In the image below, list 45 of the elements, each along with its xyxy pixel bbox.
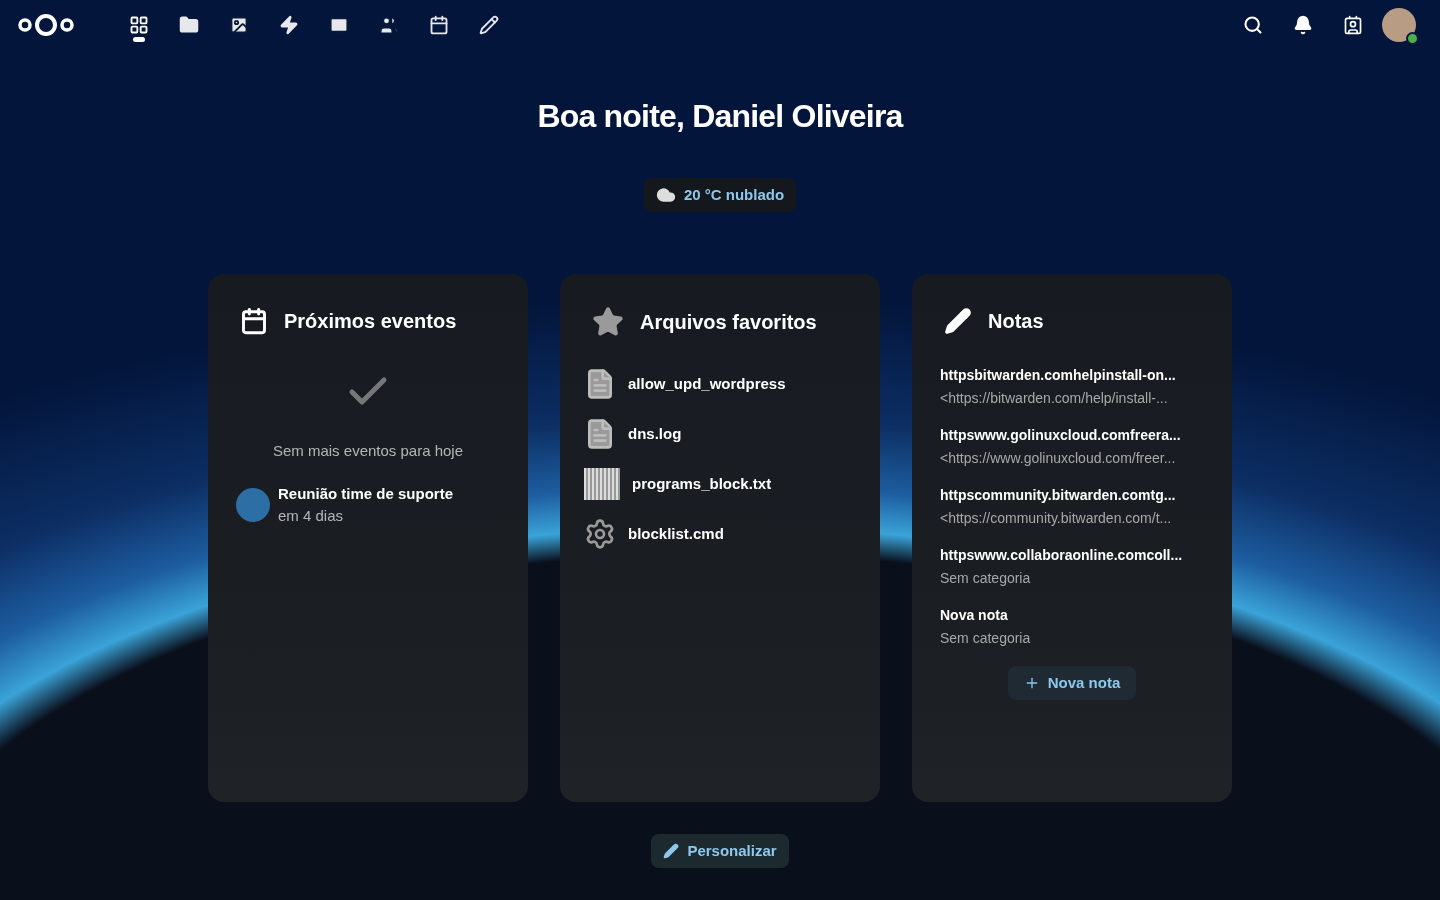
empty-message: Sem mais eventos para hoje	[271, 441, 465, 461]
widget-title: Notas	[988, 309, 1044, 334]
cloud-icon	[655, 185, 676, 205]
customize-button[interactable]: Personalizar	[651, 834, 789, 868]
active-indicator	[133, 37, 145, 42]
star-icon	[592, 306, 624, 338]
avatar[interactable]	[1382, 8, 1416, 42]
online-status-icon	[1406, 32, 1419, 45]
file-item[interactable]: allow_upd_wordpress	[584, 366, 856, 402]
new-note-button[interactable]: Nova nota	[1007, 666, 1137, 700]
bell-icon[interactable]	[1293, 15, 1313, 35]
folder-icon	[179, 15, 199, 35]
calendar-icon	[429, 15, 449, 35]
event-item[interactable]: Reunião time de suporte em 4 dias	[232, 482, 504, 528]
pencil-icon	[479, 15, 499, 35]
note-item[interactable]: httpscommunity.bitwarden.comtg... <https://community.bitwarden.com/t...	[940, 484, 1208, 530]
note-item[interactable]: httpsbitwarden.comhelpinstall-on... <https://bitwarden.com/help/install-...	[940, 364, 1208, 410]
widget-title: Próximos eventos	[284, 309, 457, 334]
pencil-icon	[944, 307, 972, 335]
lightning-icon	[279, 15, 299, 35]
note-subtitle: <https://www.golinuxcloud.com/freer...	[940, 449, 1177, 468]
greeting-heading: Boa noite, Daniel Oliveira	[537, 97, 903, 136]
note-subtitle: Sem categoria	[940, 629, 1032, 648]
weather-status[interactable]: 20 °C nublado	[643, 178, 797, 212]
image-icon	[229, 15, 249, 35]
contact-card-icon[interactable]	[1343, 15, 1363, 35]
file-item[interactable]: programs_block.txt	[584, 466, 856, 502]
note-subtitle: <https://community.bitwarden.com/t...	[940, 509, 1173, 528]
widget-title: Arquivos favoritos	[640, 310, 817, 335]
note-item[interactable]: httpswww.golinuxcloud.comfreera... <https://www.golinuxcloud.com/freer...	[940, 424, 1208, 470]
logo-icon[interactable]	[16, 11, 76, 39]
gear-icon	[584, 518, 616, 550]
note-item[interactable]: httpswww.collaboraonline.comcoll... Sem categoria	[940, 544, 1208, 590]
note-subtitle: Sem categoria	[940, 569, 1032, 588]
text-thumbnail-icon	[584, 468, 620, 500]
pencil-icon	[663, 843, 680, 859]
event-title: Reunião time de suporte	[278, 483, 454, 504]
dashboard-icon	[129, 15, 149, 35]
calendar-icon	[240, 307, 268, 335]
note-subtitle: <https://bitwarden.com/help/install-...	[940, 389, 1169, 408]
file-item[interactable]: dns.log	[584, 416, 856, 452]
search-icon[interactable]	[1243, 15, 1263, 35]
file-item[interactable]: blocklist.cmd	[584, 516, 856, 552]
note-item[interactable]: Nova nota Sem categoria	[940, 604, 1208, 650]
event-time: em 4 dias	[278, 506, 345, 526]
